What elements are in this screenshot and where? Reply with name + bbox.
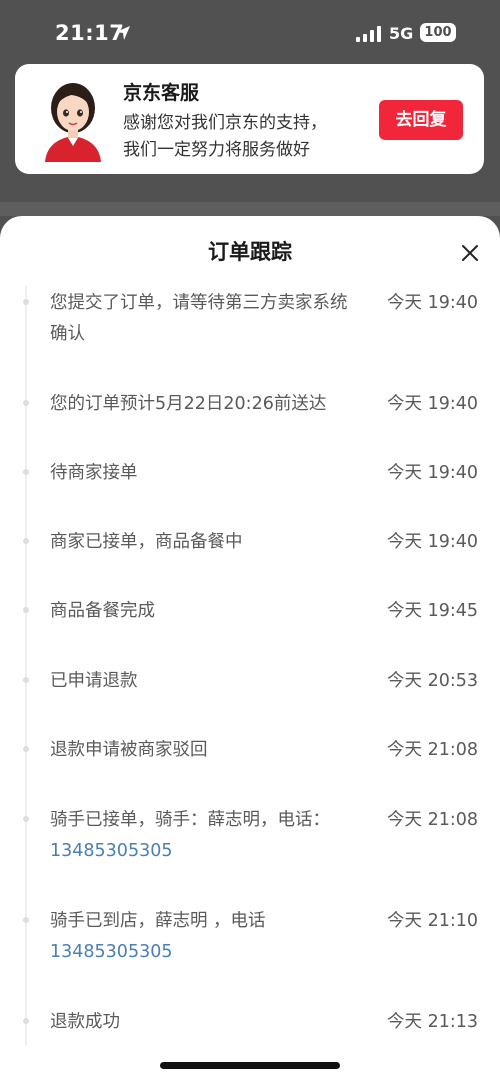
event-text: 骑手已接单，骑手：薛志明，电话： 13485305305 [50, 805, 355, 867]
timeline-dot [23, 400, 29, 406]
timeline-dot [23, 607, 29, 613]
event-text: 退款成功 [50, 1012, 120, 1032]
event-text: 已申请退款 [50, 671, 138, 691]
order-tracking-sheet: 订单跟踪 您提交了订单，请等待第三方卖家系统确认 今天 19:40 您的订单预计… [0, 216, 500, 1083]
phone-link[interactable]: 13485305305 [50, 942, 172, 962]
close-icon[interactable] [456, 239, 484, 267]
timeline-dot [23, 538, 29, 544]
notification-message-line1: 感谢您对我们京东的支持， [123, 113, 327, 133]
network-type: 5G [389, 24, 414, 43]
status-bar: 21:17 5G 100 [0, 0, 500, 62]
event-text: 骑手已到店，薛志明 ，电话 13485305305 [50, 906, 355, 968]
customer-service-avatar [45, 83, 101, 162]
event-time: 今天 21:08 [387, 810, 478, 830]
battery-indicator: 100 [420, 23, 456, 42]
home-indicator [160, 1062, 340, 1069]
timeline-dot [23, 1018, 29, 1024]
event-text: 您提交了订单，请等待第三方卖家系统确认 [50, 293, 348, 344]
timeline-dot [23, 816, 29, 822]
event-text: 商品备餐完成 [50, 601, 155, 621]
event-text-body: 骑手已到店，薛志明 ，电话 [50, 911, 266, 931]
notification-title: 京东客服 [123, 82, 200, 104]
event-time: 今天 21:10 [387, 911, 478, 931]
event-text: 商家已接单，商品备餐中 [50, 532, 243, 552]
event-time: 今天 19:45 [387, 601, 478, 621]
event-text: 待商家接单 [50, 463, 138, 483]
timeline-dot [23, 917, 29, 923]
reply-button[interactable]: 去回复 [379, 100, 463, 140]
event-time: 今天 19:40 [387, 293, 478, 313]
notification-banner[interactable]: 京东客服 感谢您对我们京东的支持， 我们一定努力将服务做好 去回复 [15, 64, 484, 174]
event-text: 退款申请被商家驳回 [50, 740, 208, 760]
timeline-dot [23, 746, 29, 752]
event-time: 今天 20:53 [387, 671, 478, 691]
timeline-dot [23, 299, 29, 305]
event-time: 今天 19:40 [387, 394, 478, 414]
event-time: 今天 21:08 [387, 740, 478, 760]
location-arrow-icon [116, 26, 130, 40]
cellular-signal-icon [356, 26, 381, 42]
event-time: 今天 21:13 [387, 1012, 478, 1032]
event-text: 您的订单预计5月22日20:26前送达 [50, 394, 327, 414]
timeline-dot [23, 677, 29, 683]
sheet-title: 订单跟踪 [208, 240, 292, 264]
notification-message-line2: 我们一定努力将服务做好 [123, 140, 310, 160]
event-time: 今天 19:40 [387, 532, 478, 552]
event-time: 今天 19:40 [387, 463, 478, 483]
background-content-strip [0, 202, 500, 216]
event-text-body: 骑手已接单，骑手：薛志明，电话： [50, 810, 330, 830]
phone-link[interactable]: 13485305305 [50, 841, 172, 861]
timeline-dot [23, 469, 29, 475]
